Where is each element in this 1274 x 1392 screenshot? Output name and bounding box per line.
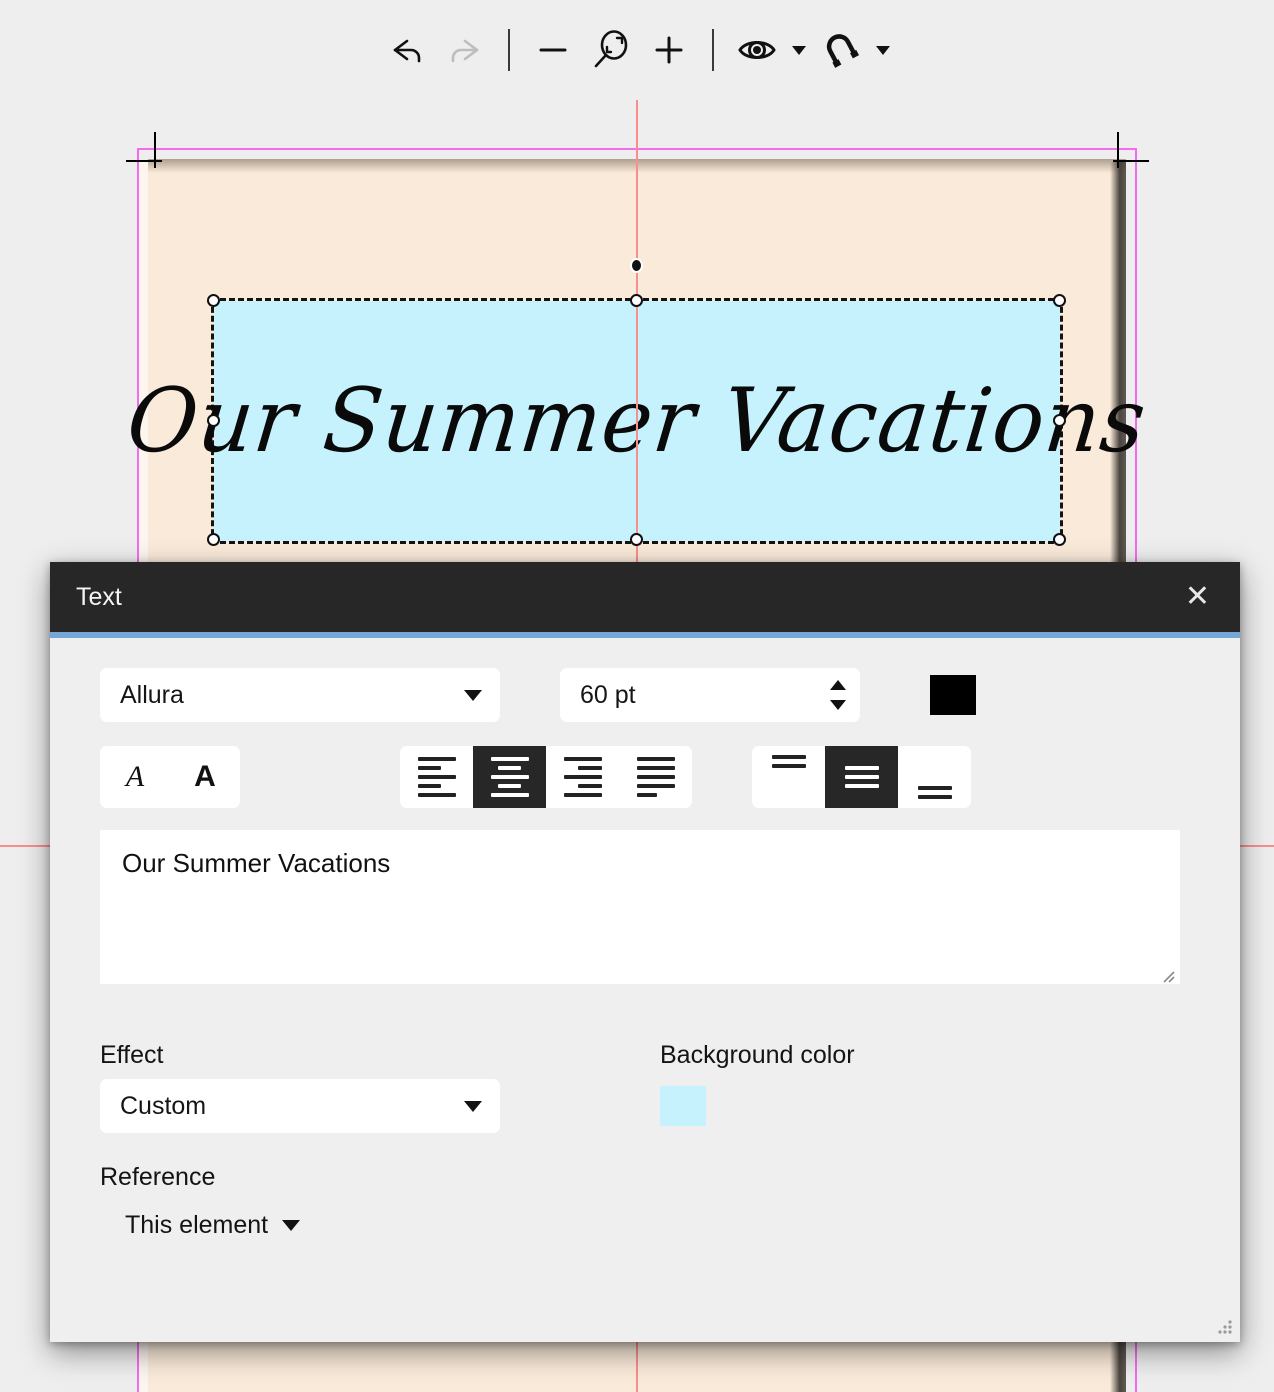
zoom-in-button[interactable] [640,21,698,79]
alignment-controls-row: A A [100,746,1190,808]
text-style-group: A A [100,746,240,808]
rotate-handle[interactable] [630,258,643,273]
dialog-title: Text [76,582,122,611]
background-color-swatch[interactable] [660,1086,706,1126]
align-right-icon [563,757,602,797]
align-justify-icon [636,757,675,797]
text-input[interactable] [100,830,1180,984]
zoom-to-fit-button[interactable] [582,21,640,79]
align-center-button[interactable] [473,746,546,808]
chevron-down-icon [464,1100,482,1112]
align-left-icon [417,757,456,797]
font-family-select[interactable]: Allura [100,668,500,722]
lower-controls-row: Effect Custom Reference This element Bac… [100,1041,1190,1240]
undo-button[interactable] [378,21,436,79]
italic-toggle[interactable]: A [100,746,170,808]
spinner-up-icon[interactable] [830,680,846,690]
reference-label: Reference [100,1163,216,1191]
bold-icon: A [194,760,216,793]
text-input-wrapper [100,808,1180,989]
horizontal-align-group [400,746,692,808]
spinner-down-icon[interactable] [830,700,846,710]
spinner-controls [830,680,846,710]
minus-icon [539,48,567,52]
align-left-button[interactable] [400,746,473,808]
crop-mark-top-right-horizontal [1113,160,1149,162]
dialog-body: Allura 60 pt A A Our Summer Vacations Ef… [50,638,1240,1342]
background-color-column: Background color [660,1041,855,1240]
background-color-label: Background color [660,1041,855,1069]
resize-handle-bottom-center[interactable] [630,533,643,546]
effect-select[interactable]: Custom [100,1079,500,1133]
effect-label: Effect [100,1041,164,1069]
resize-handle-top-left[interactable] [207,294,220,307]
eye-icon [738,41,776,59]
top-toolbar [0,0,1274,100]
font-controls-row: Allura 60 pt [100,668,1190,722]
chevron-down-icon [282,1220,301,1231]
reference-dropdown[interactable]: This element [125,1211,301,1240]
chevron-down-icon [876,45,890,55]
align-center-icon [490,757,529,797]
vertical-align-group [752,746,971,808]
view-button[interactable] [728,21,786,79]
crop-mark-top-left-horizontal [126,160,162,162]
italic-icon: A [125,760,145,793]
plus-icon [655,36,683,64]
valign-top-icon [771,755,806,799]
chevron-down-icon [464,689,482,701]
font-size-value: 60 pt [580,680,636,709]
magnifier-fit-icon [594,30,628,68]
bold-toggle[interactable]: A [170,746,240,808]
resize-handle-top-right[interactable] [1053,294,1066,307]
undo-arrow-icon [393,39,421,63]
crop-mark-top-right-vertical [1117,132,1119,168]
resize-handle-top-center[interactable] [630,294,643,307]
selected-text-element[interactable]: Our Summer Vacations [123,298,1151,544]
toolbar-separator-2 [712,29,714,71]
valign-top-button[interactable] [752,746,825,808]
valign-bottom-icon [917,755,952,799]
redo-button[interactable] [436,21,494,79]
valign-middle-icon [844,755,879,799]
magnet-icon [826,34,860,68]
canvas-text-label: Our Summer Vacations [122,369,1152,473]
resize-handle-bottom-right[interactable] [1053,533,1066,546]
snap-button[interactable] [812,21,870,79]
dialog-resize-grip-icon[interactable] [1212,1314,1234,1336]
chevron-down-icon [792,45,806,55]
toolbar-separator-1 [508,29,510,71]
align-justify-button[interactable] [619,746,692,808]
zoom-out-button[interactable] [524,21,582,79]
valign-middle-button[interactable] [825,746,898,808]
redo-arrow-icon [451,39,479,63]
text-color-swatch[interactable] [930,675,976,715]
text-properties-dialog[interactable]: Text ✕ Allura 60 pt A A Our Summer Vacat… [50,562,1240,1342]
font-size-stepper[interactable]: 60 pt [560,668,860,722]
snap-dropdown-caret[interactable] [870,21,896,79]
reference-value: This element [125,1211,269,1239]
font-family-value: Allura [120,680,184,709]
resize-handle-middle-right[interactable] [1053,414,1066,427]
effect-value: Custom [120,1091,207,1120]
dialog-titlebar[interactable]: Text ✕ [50,562,1240,632]
valign-bottom-button[interactable] [898,746,971,808]
crop-mark-top-left-vertical [154,132,156,168]
resize-handle-bottom-left[interactable] [207,533,220,546]
effect-column: Effect Custom Reference This element [100,1041,560,1240]
resize-handle-middle-left[interactable] [207,414,220,427]
view-dropdown-caret[interactable] [786,21,812,79]
close-icon[interactable]: ✕ [1177,578,1218,616]
align-right-button[interactable] [546,746,619,808]
